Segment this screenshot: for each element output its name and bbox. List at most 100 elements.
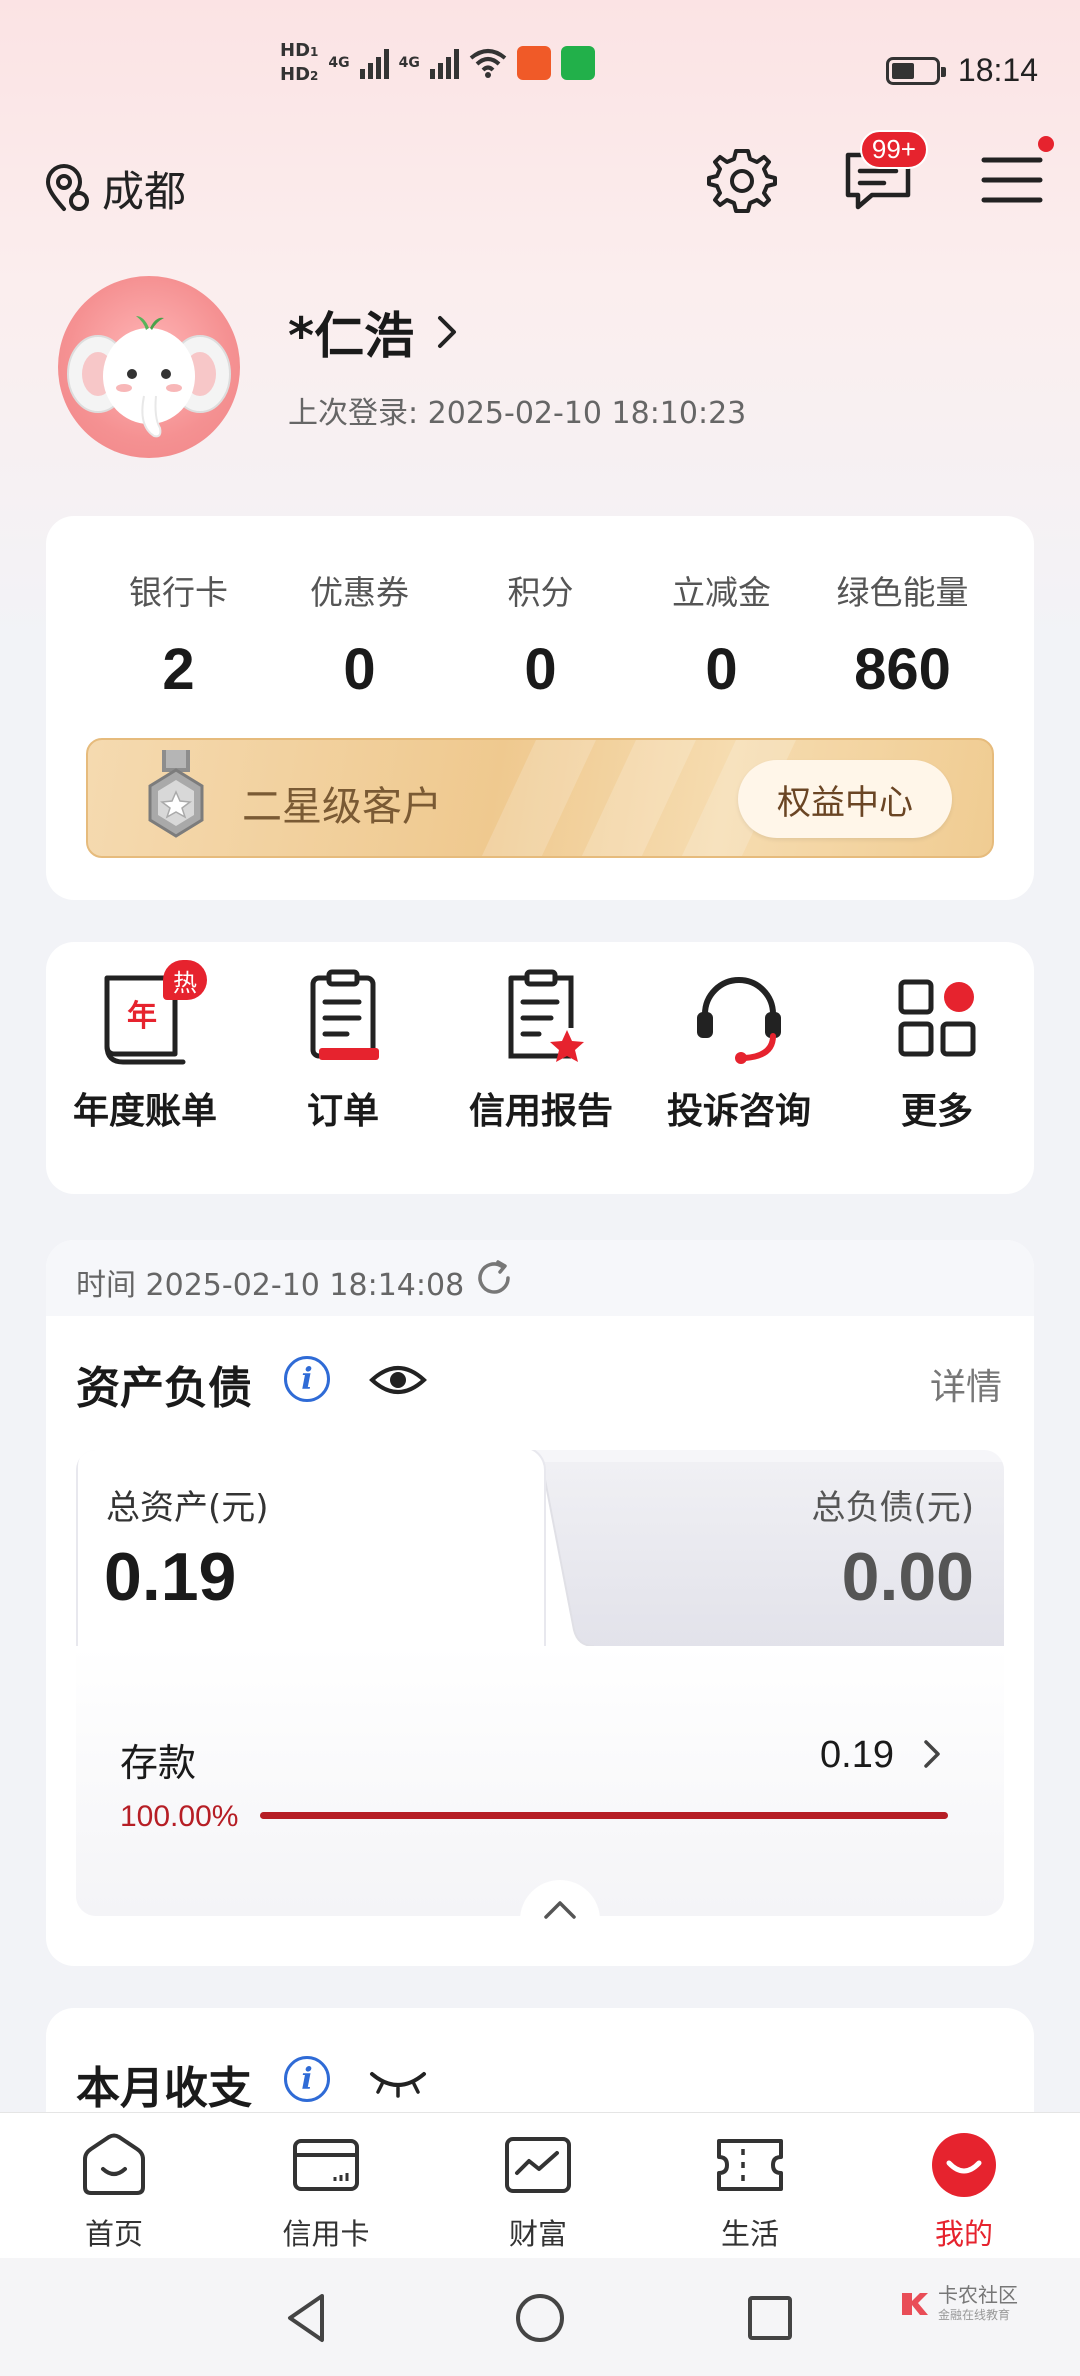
menu-button[interactable] (972, 136, 1054, 220)
customer-level-banner[interactable]: 二星级客户 权益中心 (86, 738, 994, 858)
tab-label: 财富 (508, 2217, 567, 2251)
quick-more[interactable]: 更多 (838, 968, 1036, 1134)
location-pin-icon (45, 163, 89, 211)
life-ticket-icon (717, 2139, 783, 2191)
messages-button[interactable]: 99+ (838, 130, 928, 220)
quick-credit-report[interactable]: 信用报告 (442, 968, 640, 1134)
stat-value: 860 (854, 637, 951, 702)
tab-label: 我的 (934, 2217, 993, 2251)
total-assets-label: 总资产(元) (106, 1488, 269, 1528)
watermark-logo-icon (902, 2292, 928, 2315)
watermark-subtitle: 金融在线教育 (938, 2308, 1011, 2322)
me-icon (932, 2133, 996, 2197)
quick-action-label: 订单 (306, 1091, 379, 1132)
location-selector[interactable]: 成都 (40, 158, 186, 219)
recents-square-icon[interactable] (740, 2288, 800, 2348)
quick-annual-bill[interactable]: 年 热 年度账单 (46, 960, 244, 1134)
sim-indicators: HD1 HD2 (280, 42, 318, 84)
sim1-number: 1 (310, 45, 319, 59)
credit-report-icon (491, 968, 591, 1068)
total-liabilities-label: 总负债(元) (811, 1488, 974, 1528)
back-triangle-icon[interactable] (278, 2288, 338, 2348)
deposit-percentage: 100.00% (120, 1800, 239, 1833)
deposit-value: 0.19 (820, 1734, 894, 1776)
sim1-label: HD (280, 40, 311, 61)
refresh-icon[interactable] (474, 1258, 514, 1298)
home-icon (83, 2133, 145, 2195)
home-circle-icon[interactable] (510, 2288, 570, 2348)
deposit-progress-fill (260, 1812, 948, 1819)
watermark: 卡农社区 金融在线教育 (898, 2284, 1018, 2323)
avatar[interactable] (58, 276, 240, 458)
customer-level-label: 二星级客户 (242, 784, 442, 830)
quick-complaint-consult[interactable]: 投诉咨询 (640, 968, 838, 1134)
stat-value: 0 (705, 637, 738, 702)
chevron-up-icon (544, 1901, 576, 1919)
status-time: 18:14 (957, 52, 1038, 88)
city-name: 成都 (102, 167, 187, 216)
quick-actions-card: 年 热 年度账单 订单 信用报告 投诉咨询 更多 (46, 942, 1034, 1194)
quick-action-label: 更多 (900, 1091, 973, 1132)
rights-center-button[interactable]: 权益中心 (738, 760, 952, 838)
stat-points[interactable]: 积分 0 (450, 566, 631, 703)
deposit-section[interactable] (76, 1646, 1004, 1916)
battery-icon (885, 56, 946, 85)
info-icon[interactable]: i (284, 2056, 330, 2102)
stat-green-energy[interactable]: 绿色能量 860 (812, 566, 993, 703)
quick-action-label: 投诉咨询 (666, 1091, 811, 1132)
quick-orders[interactable]: 订单 (244, 968, 442, 1134)
name-row[interactable]: *仁浩 (288, 296, 462, 368)
bottom-tab-bar: 首页 信用卡 财富 生活 我的 (0, 2112, 1080, 2258)
status-icons: HD1 HD2 4G 4G (280, 42, 595, 84)
network-type-2: 4G (398, 55, 420, 71)
chevron-right-icon[interactable] (918, 1734, 948, 1774)
elephant-mascot-icon (67, 316, 231, 438)
customer-service-icon (689, 968, 789, 1068)
tab-wealth[interactable]: 财富 (458, 2133, 618, 2253)
status-right: 18:14 (885, 52, 1038, 89)
watermark-title: 卡农社区 (938, 2283, 1018, 2307)
silver-medal-icon (148, 750, 204, 838)
tab-life[interactable]: 生活 (670, 2133, 830, 2253)
more-grid-icon (887, 968, 987, 1068)
menu-notification-dot (1038, 136, 1054, 152)
deposit-progress-bar (260, 1812, 948, 1819)
deposit-label: 存款 (120, 1741, 197, 1785)
stats-row: 银行卡 2 优惠券 0 积分 0 立减金 0 绿色能量 860 (46, 566, 1034, 703)
signal-bars-1-icon (359, 47, 389, 79)
tab-home[interactable]: 首页 (34, 2133, 194, 2253)
stat-label: 优惠券 (310, 573, 409, 612)
total-liabilities-value: 0.00 (841, 1539, 974, 1615)
settings-button[interactable] (702, 140, 782, 220)
assets-summary-box: 总资产(元) 0.19 总负债(元) 0.00 存款 0.19 100.00% (76, 1450, 1004, 1916)
eye-closed-icon[interactable] (368, 2068, 428, 2098)
info-icon[interactable]: i (284, 1356, 330, 1402)
network-type-1: 4G (328, 55, 350, 71)
wealth-chart-icon (505, 2137, 571, 2193)
account-stats-card: 银行卡 2 优惠券 0 积分 0 立减金 0 绿色能量 860 二星级客户 权益… (46, 516, 1034, 900)
stat-label: 绿色能量 (836, 573, 969, 612)
assets-title: 资产负债 (76, 1363, 252, 1414)
last-login-text: 上次登录: 2025-02-10 18:10:23 (288, 396, 747, 431)
stat-label: 立减金 (672, 573, 771, 612)
credit-card-icon (293, 2139, 359, 2191)
tab-label: 首页 (84, 2217, 143, 2251)
tab-label: 信用卡 (282, 2217, 370, 2251)
header: 成都 99+ (0, 130, 1080, 240)
details-link[interactable]: 详情 (930, 1358, 1002, 1410)
wifi-icon (469, 49, 507, 78)
app-notification-icon-2 (560, 46, 595, 80)
stat-coupons[interactable]: 优惠券 0 (269, 566, 450, 703)
status-bar: HD1 HD2 4G 4G 18:14 (0, 0, 1080, 140)
eye-icon[interactable] (368, 1360, 428, 1400)
tab-me[interactable]: 我的 (884, 2133, 1044, 2253)
stat-label: 银行卡 (129, 573, 228, 612)
tab-credit-card[interactable]: 信用卡 (246, 2133, 406, 2253)
stat-value: 2 (162, 637, 195, 702)
user-name: *仁浩 (288, 307, 415, 365)
stat-bank-cards[interactable]: 银行卡 2 (88, 566, 269, 703)
gear-icon (707, 149, 777, 213)
signal-bars-2-icon (429, 47, 459, 79)
sim2-number: 2 (310, 69, 319, 83)
stat-cash-discount[interactable]: 立减金 0 (631, 566, 812, 703)
